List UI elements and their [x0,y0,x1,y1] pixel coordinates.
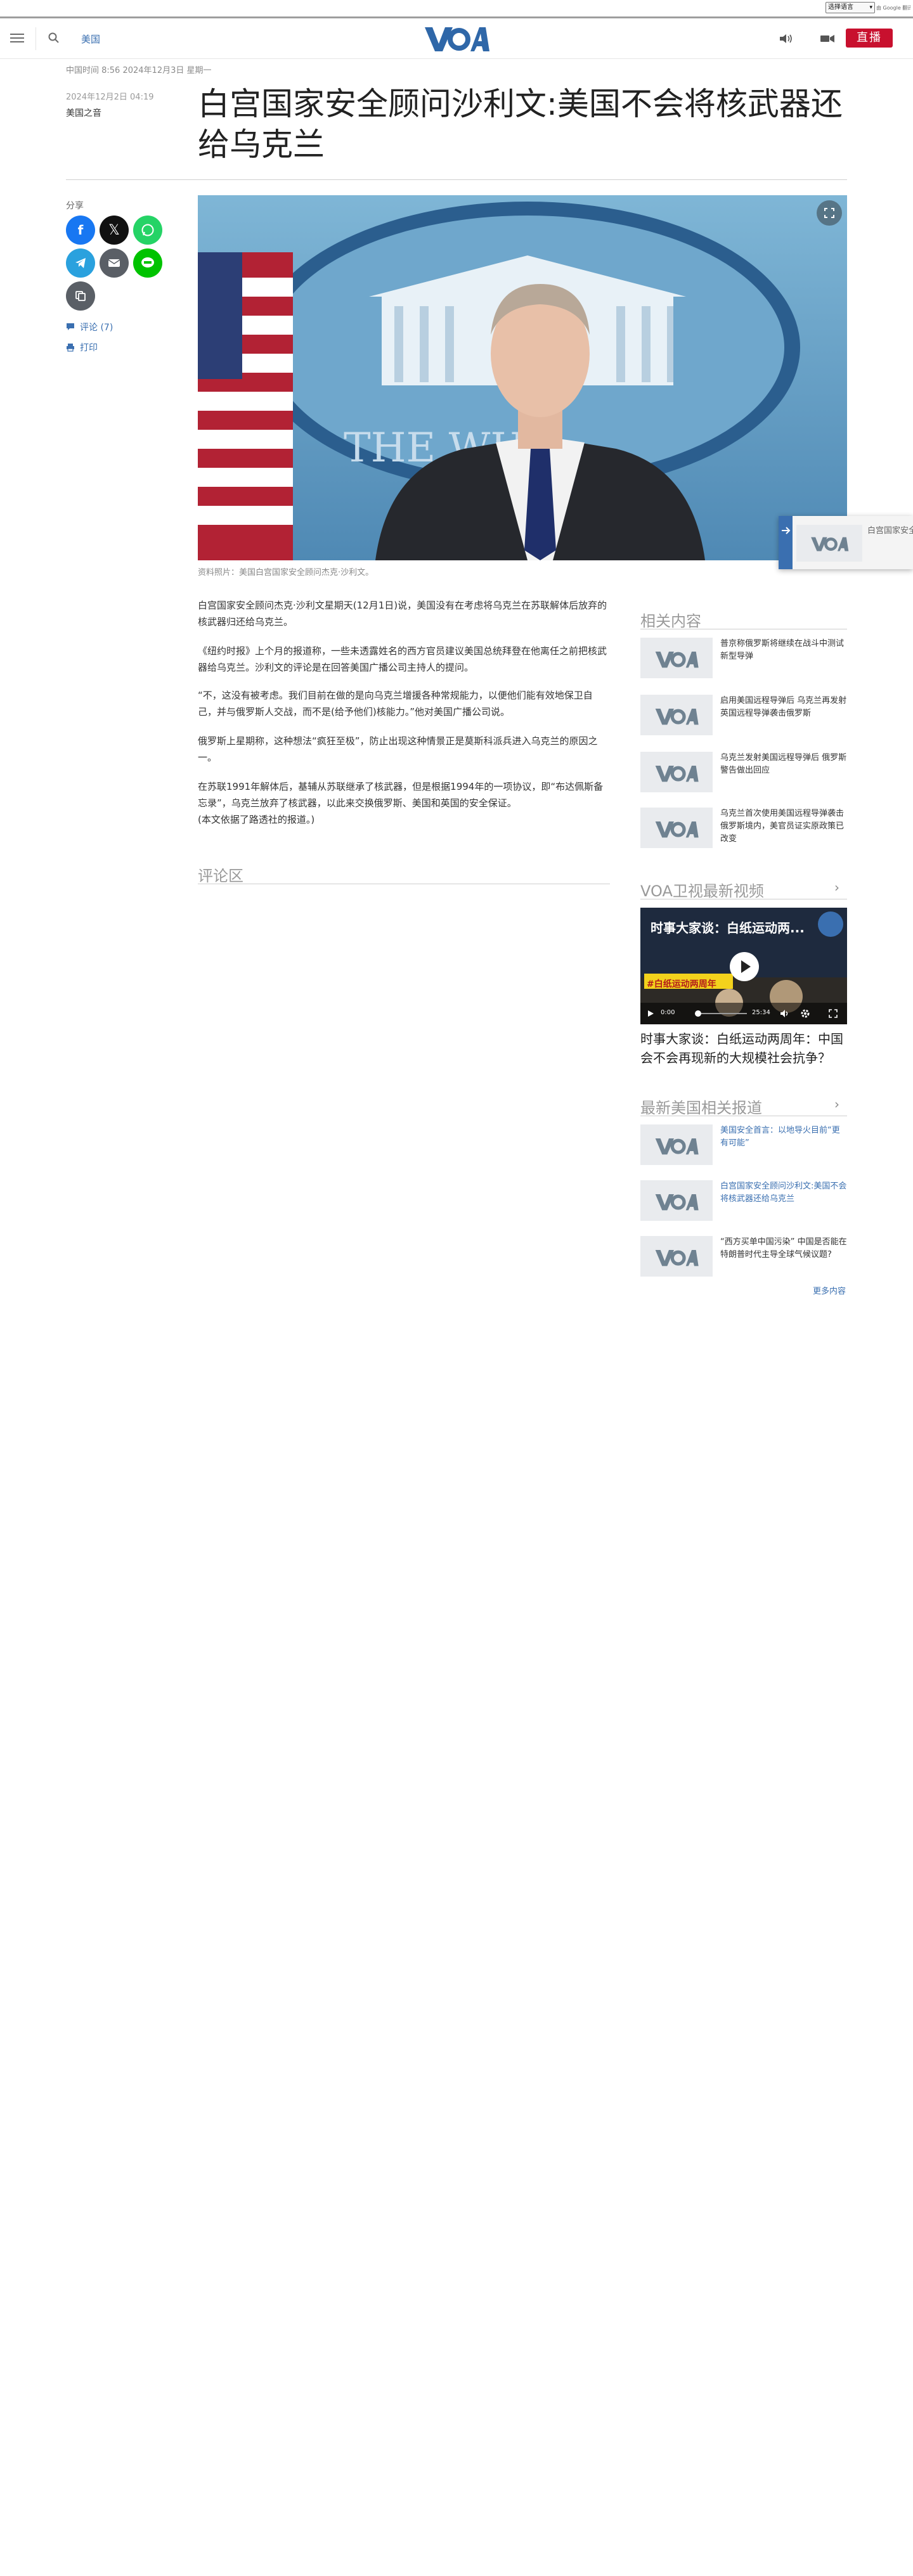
page-title: 白宫国家安全顾问沙利文:美国不会将核武器还给乌克兰 [198,86,843,163]
translate-powered-by: 由 Google 翻译提供支持 [876,5,910,11]
related-heading: 相关内容 [640,612,701,630]
play-icon[interactable] [730,952,759,981]
latest-thumbnail [640,1124,713,1165]
floating-article-card[interactable]: 白宫国家安全顾问沙利文:美国不会将核武 [779,516,913,569]
video-controls: 0:00 25:34 [640,1003,847,1024]
video-overlay-title: 时事大家谈：白纸运动两... [651,920,805,936]
article-paragraph: 白宫国家安全顾问杰克·沙利文星期天(12月1日)说，美国没有在考虑将乌克兰在苏联… [198,600,607,628]
x-icon[interactable]: 𝕏 [100,216,129,245]
latest-item[interactable]: “西方买单中国污染” 中国是否能在特朗普时代主导全球气候议题? [640,1236,847,1280]
comment-icon [67,323,74,330]
tv-heading[interactable]: VOA卫视最新视频 [640,879,764,901]
arrow-right-icon [782,527,791,534]
print-icon [67,344,74,352]
dateline: 中国时间 8:56 2024年12月3日 星期一 [66,66,212,75]
related-thumbnail [640,695,713,735]
share-label: 分享 [66,201,84,211]
related-item-title: 乌克兰首次使用美国远程导弹袭击俄罗斯境内，美官员证实原政策已改变 [720,809,845,844]
floating-card-title: 白宫国家安全顾问沙利文:美国不会将核武 [867,526,913,536]
related-item-title: 乌克兰发射美国远程导弹后 俄罗斯警告做出回应 [720,753,847,775]
video-icon[interactable] [819,32,836,45]
latest-item-title: 美国安全首言：以地导火目前“更有可能” [720,1126,840,1148]
chevron-right-icon[interactable]: › [834,1097,839,1112]
play-small-icon[interactable] [647,1010,654,1017]
related-item[interactable]: 启用美国远程导弹后 乌克兰再发射英国远程导弹袭击俄罗斯 [640,695,847,739]
volume-icon[interactable] [780,1008,790,1019]
audio-icon[interactable] [779,32,794,45]
latest-thumbnail [640,1236,713,1277]
related-thumbnail [640,808,713,848]
hero-caption: 资料照片：美国白宫国家安全顾问杰克·沙利文。 [198,568,374,577]
hero-photo: THE WH [198,195,847,560]
search-icon[interactable] [47,31,61,45]
settings-icon[interactable] [800,1008,810,1019]
section-link[interactable]: 美国 [81,32,100,46]
related-item[interactable]: 乌克兰首次使用美国远程导弹袭击俄罗斯境内，美官员证实原政策已改变 [640,808,847,852]
language-select[interactable]: 选择语言 [826,2,875,13]
latest-item-title: “西方买单中国污染” 中国是否能在特朗普时代主导全球气候议题? [720,1237,847,1259]
video-progress-track[interactable] [696,1013,747,1014]
fullscreen-icon[interactable] [828,1008,838,1019]
latest-thumbnail [640,1180,713,1221]
copy-link-icon[interactable] [66,281,95,311]
video-player[interactable]: 时事大家谈：白纸运动两... #白纸运动两周年 0:00 25:34 [640,908,847,1024]
print-link-label: 打印 [80,343,98,353]
related-item[interactable]: 乌克兰发射美国远程导弹后 俄罗斯警告做出回应 [640,752,847,796]
comments-link-label: 评论 (7) [80,323,113,333]
article-paragraph: 《纽约时报》上个月的报道称，一些未透露姓名的西方官员建议美国总统拜登在他离任之前… [198,645,607,673]
latest-item[interactable]: 白宫国家安全顾问沙利文:美国不会将核武器还给乌克兰 [640,1180,847,1225]
related-item[interactable]: 普京称俄罗斯将继续在战斗中测试新型导弹 [640,638,847,682]
hero-image: THE WH [198,195,847,560]
facebook-icon[interactable]: f [66,216,95,245]
latest-item-title: 白宫国家安全顾问沙利文:美国不会将核武器还给乌克兰 [720,1182,847,1204]
live-button[interactable]: 直播 [846,29,893,48]
comments-link[interactable]: 评论 (7) [66,321,113,333]
publish-date: 2024年12月2日 04:19 [66,93,154,102]
article-paragraph: 在苏联1991年解体后，基辅从苏联继承了核武器，但是根据1994年的一项协议，即… [198,781,604,825]
chevron-right-icon[interactable]: › [834,880,839,895]
menu-icon[interactable] [10,31,24,45]
video-time-total: 25:34 [752,1009,770,1016]
author[interactable]: 美国之音 [66,106,101,119]
related-item-title: 启用美国远程导弹后 乌克兰再发射英国远程导弹袭击俄罗斯 [720,696,847,718]
title-divider [66,179,847,180]
related-item-title: 普京称俄罗斯将继续在战斗中测试新型导弹 [720,639,845,661]
fullscreen-icon[interactable] [817,200,842,226]
video-banner: #白纸运动两周年 [647,979,716,989]
flag [198,252,293,560]
comments-heading: 评论区 [198,867,243,885]
related-thumbnail [640,638,713,678]
more-link[interactable]: 更多内容 [813,1284,846,1296]
video-time-current: 0:00 [661,1009,675,1016]
latest-item[interactable]: 美国安全首言：以地导火目前“更有可能” [640,1124,847,1169]
translate-bar: 选择语言 由 Google 翻译提供支持 [0,0,913,16]
floating-card-bar [779,516,793,569]
voa-logo[interactable] [424,23,489,54]
related-thumbnail [640,752,713,792]
floating-card-thumbnail [796,525,862,562]
line-icon[interactable] [133,248,162,278]
article-paragraph: “不，这没有被考虑。我们目前在做的是向乌克兰增援各种常规能力，以便他们能有效地保… [198,690,593,718]
print-link[interactable]: 打印 [66,341,98,354]
email-icon[interactable] [100,248,129,278]
video-title[interactable]: 时事大家谈：白纸运动两周年：中国会不会再现新的大规模社会抗争？ [640,1029,850,1067]
telegram-icon[interactable] [66,248,95,278]
article-paragraph: 俄罗斯上星期称，这种想法“疯狂至极”，防止出现这种情景正是莫斯科派兵进入乌克兰的… [198,735,598,763]
latest-heading[interactable]: 最新美国相关报道 [640,1095,762,1117]
video-scrubber[interactable] [695,1010,701,1017]
whatsapp-icon[interactable] [133,216,162,245]
site-header: 美国 直播 [0,18,913,59]
